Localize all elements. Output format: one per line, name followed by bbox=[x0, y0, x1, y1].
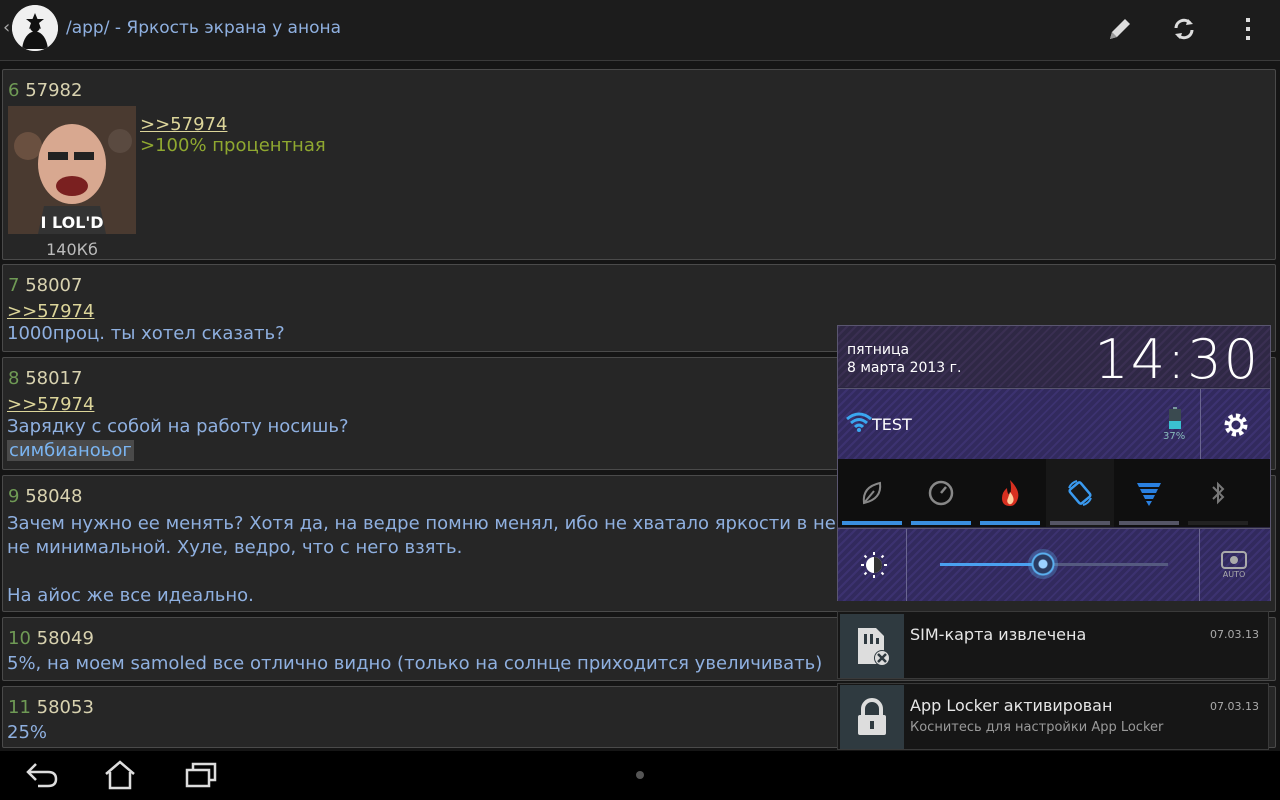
overflow-menu-icon[interactable] bbox=[1233, 14, 1263, 44]
qs-brightness-row: AUTO bbox=[838, 528, 1270, 601]
flame-icon bbox=[1002, 480, 1019, 506]
bluetooth-toggle[interactable] bbox=[1184, 459, 1252, 527]
post-text: На айос же все идеально. bbox=[7, 585, 254, 606]
reply-link[interactable]: >>57974 bbox=[7, 301, 94, 322]
post-id[interactable]: 58048 bbox=[25, 486, 82, 507]
performance-mode-toggle[interactable] bbox=[976, 459, 1044, 527]
gauge-icon bbox=[928, 480, 954, 506]
auto-brightness-icon bbox=[1221, 551, 1247, 569]
qs-clock-header: пятница 8 марта 2013 г. 14:30 bbox=[838, 326, 1270, 391]
qs-date[interactable]: 8 марта 2013 г. bbox=[847, 360, 961, 376]
refresh-icon[interactable] bbox=[1169, 14, 1199, 44]
quick-settings-panel: пятница 8 марта 2013 г. 14:30 TEST 37% A… bbox=[837, 325, 1271, 601]
reply-link[interactable]: >>57974 bbox=[7, 394, 94, 415]
page-title: /app/ - Яркость экрана у анона bbox=[66, 18, 342, 38]
post-text: Зарядку с собой на работу носишь? bbox=[7, 416, 349, 437]
wifi-icon[interactable] bbox=[846, 411, 872, 437]
post-text: не минимальной. Хуле, ведро, что с него … bbox=[7, 537, 463, 558]
post-number: 7 bbox=[8, 275, 20, 296]
brightness-icon bbox=[860, 551, 888, 583]
post-header: 8 58017 bbox=[8, 368, 82, 389]
spoiler-text[interactable]: симбианоьог bbox=[7, 440, 134, 461]
bluetooth-icon bbox=[1212, 481, 1225, 505]
post-header: 9 58048 bbox=[8, 486, 82, 507]
auto-label: AUTO bbox=[1222, 570, 1246, 579]
reply-link[interactable]: >>57974 bbox=[140, 114, 227, 135]
post-text: Зачем нужно ее менять? Хотя да, на ведре… bbox=[7, 513, 869, 534]
greentext-quote: >100% процентная bbox=[140, 135, 326, 156]
post-number: 11 bbox=[8, 697, 31, 718]
auto-brightness-toggle[interactable]: AUTO bbox=[1219, 551, 1249, 581]
post-number: 9 bbox=[8, 486, 20, 507]
notification-subtitle: Коснитесь для настройки App Locker bbox=[910, 720, 1164, 735]
wifi-toggle[interactable] bbox=[1115, 459, 1183, 527]
qs-status-row: TEST 37% bbox=[838, 388, 1270, 459]
notification-time: 07.03.13 bbox=[1210, 700, 1259, 713]
post-text: 25% bbox=[7, 722, 48, 743]
notification-app-locker[interactable]: App Locker активирован Коснитесь для нас… bbox=[837, 683, 1269, 750]
back-arrow-icon bbox=[26, 763, 58, 788]
post-number: 10 bbox=[8, 628, 31, 649]
wifi-ssid[interactable]: TEST bbox=[872, 415, 912, 434]
post-header: 6 57982 bbox=[8, 80, 82, 101]
up-caret-icon[interactable]: ‹ bbox=[3, 17, 10, 38]
leaf-icon bbox=[862, 481, 882, 505]
settings-gear-icon[interactable] bbox=[1222, 411, 1250, 443]
notification-time: 07.03.13 bbox=[1210, 628, 1259, 641]
action-bar: ‹ /app/ - Яркость экрана у анона bbox=[0, 0, 1280, 61]
sim-removed-icon bbox=[840, 614, 904, 678]
rotate-icon bbox=[1068, 480, 1092, 506]
qs-day: пятница bbox=[847, 342, 910, 358]
recent-apps-icon bbox=[185, 762, 217, 788]
thumbnail-caption: I LOL'D bbox=[40, 213, 103, 232]
post-header: 10 58049 bbox=[8, 628, 94, 649]
divider bbox=[906, 529, 907, 601]
brightness-slider-thumb[interactable] bbox=[1028, 549, 1058, 579]
balanced-mode-toggle[interactable] bbox=[907, 459, 975, 527]
toggle-indicator bbox=[911, 521, 971, 525]
pencil-icon[interactable] bbox=[1105, 14, 1135, 44]
qs-clock[interactable]: 14:30 bbox=[1094, 328, 1260, 391]
qs-toggle-row bbox=[838, 459, 1270, 527]
toggle-indicator bbox=[1119, 521, 1179, 525]
lock-icon bbox=[840, 685, 904, 749]
back-button[interactable] bbox=[24, 760, 60, 790]
toggle-indicator bbox=[1188, 521, 1248, 525]
wifi-signal-icon bbox=[1137, 483, 1161, 506]
nav-indicator-dot bbox=[636, 771, 644, 779]
post-header: 11 58053 bbox=[8, 697, 94, 718]
post-thumbnail[interactable]: I LOL'D bbox=[8, 106, 136, 234]
toggle-indicator bbox=[980, 521, 1040, 525]
post-id[interactable]: 58049 bbox=[37, 628, 94, 649]
battery-icon bbox=[1169, 407, 1181, 433]
divider bbox=[1199, 529, 1200, 601]
notification-sim[interactable]: SIM-карта извлечена 07.03.13 bbox=[837, 611, 1269, 679]
divider bbox=[1200, 389, 1201, 459]
post-text: 1000проц. ты хотел сказать? bbox=[7, 323, 285, 344]
notification-title: SIM-карта извлечена bbox=[910, 625, 1087, 644]
eco-mode-toggle[interactable] bbox=[838, 459, 906, 527]
recent-apps-button[interactable] bbox=[183, 760, 219, 790]
battery-percent: 37% bbox=[1163, 431, 1186, 442]
post-text: 5%, на моем samoled все отлично видно (т… bbox=[7, 653, 823, 674]
post-id[interactable]: 57982 bbox=[25, 80, 82, 101]
post-text bbox=[7, 560, 868, 584]
toggle-indicator bbox=[1050, 521, 1110, 525]
home-button[interactable] bbox=[102, 760, 138, 790]
post-id[interactable]: 58007 bbox=[25, 275, 82, 296]
toggle-indicator bbox=[842, 521, 902, 525]
brightness-slider[interactable] bbox=[940, 549, 1168, 579]
home-icon bbox=[105, 760, 135, 790]
post-header: 7 58007 bbox=[8, 275, 82, 296]
post-number: 6 bbox=[8, 80, 20, 101]
thumbnail-size: 140Кб bbox=[46, 240, 98, 259]
system-nav-bar bbox=[0, 751, 1280, 800]
notification-title: App Locker активирован bbox=[910, 696, 1113, 715]
post-id[interactable]: 58017 bbox=[25, 368, 82, 389]
post: 6 57982 I LOL'D 140Кб >>57974 >100% проц… bbox=[2, 69, 1276, 260]
post-id[interactable]: 58053 bbox=[37, 697, 94, 718]
auto-rotate-toggle[interactable] bbox=[1046, 459, 1114, 527]
app-logo-icon[interactable] bbox=[12, 5, 58, 51]
post-number: 8 bbox=[8, 368, 20, 389]
